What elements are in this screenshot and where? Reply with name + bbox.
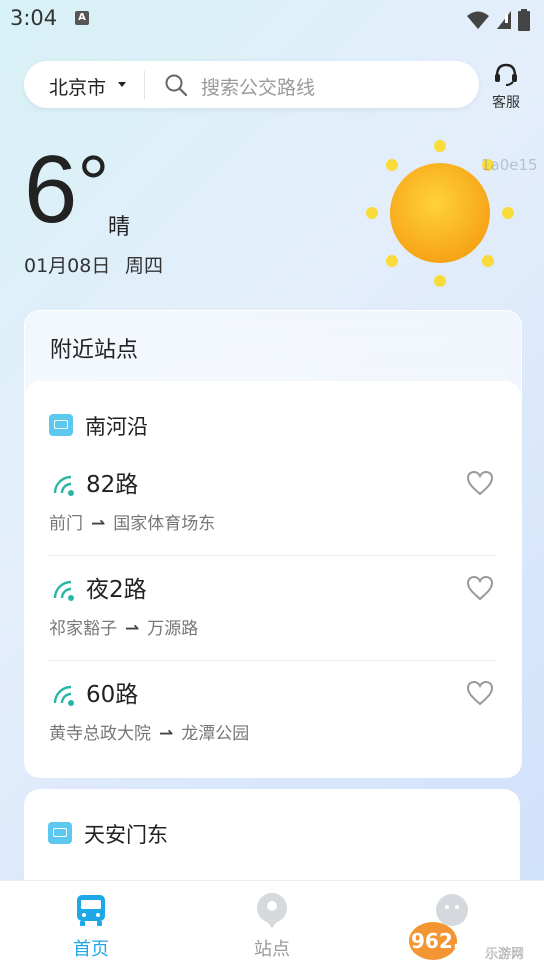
- city-selector[interactable]: 北京市: [49, 73, 106, 100]
- heart-icon[interactable]: [465, 469, 495, 497]
- nav-stations[interactable]: 站点: [212, 881, 332, 968]
- route-to: 国家体育场东: [113, 514, 216, 534]
- headset-icon: [495, 63, 517, 86]
- station-sign-icon: [48, 822, 72, 844]
- heart-icon[interactable]: [465, 679, 495, 707]
- arrow-right-icon: ⇀: [159, 724, 174, 744]
- route-name: 夜2路: [86, 577, 147, 603]
- route-row[interactable]: 82路 前门 ⇀ 国家体育场东: [49, 451, 497, 556]
- temperature: 6°: [24, 139, 110, 238]
- station-sign-icon: [49, 414, 73, 436]
- route-direction: 黄寺总政大院 ⇀ 龙潭公园: [49, 719, 249, 744]
- arrow-right-icon: ⇀: [125, 619, 140, 639]
- chevron-down-icon[interactable]: [118, 82, 126, 87]
- route-from: 黄寺总政大院: [49, 724, 151, 744]
- battery-icon: [518, 9, 530, 31]
- search-icon: [165, 74, 188, 97]
- watermark-logo: 962.NET 乐游网: [409, 922, 524, 962]
- station-name: 南河沿: [85, 415, 148, 439]
- heart-icon[interactable]: [465, 574, 495, 602]
- route-row[interactable]: 夜2路 祁家豁子 ⇀ 万源路: [49, 556, 497, 661]
- realtime-signal-icon: [53, 685, 74, 706]
- route-to: 万源路: [147, 619, 199, 639]
- route-row[interactable]: 60路 黄寺总政大院 ⇀ 龙潭公园: [49, 661, 497, 766]
- route-to: 龙潭公园: [181, 724, 250, 744]
- route-from: 祁家豁子: [49, 619, 117, 639]
- station-card[interactable]: 南河沿 82路 前门 ⇀ 国家体育场东 夜2路 祁家豁子 ⇀ 万源路 60路 黄…: [25, 381, 521, 777]
- nearby-stations-card: 附近站点 南河沿 82路 前门 ⇀ 国家体育场东 夜2路 祁家豁子 ⇀ 万源路 …: [24, 310, 522, 778]
- realtime-signal-icon: [53, 475, 74, 496]
- location-pin-icon: [257, 893, 287, 928]
- station-name: 天安门东: [84, 823, 168, 847]
- notification-app-icon: A: [75, 11, 89, 25]
- status-bar: 3:04 A: [0, 0, 544, 38]
- search-divider: [144, 71, 145, 99]
- section-title: 附近站点: [50, 338, 139, 363]
- degree-symbol: °: [77, 139, 110, 228]
- bus-icon: [77, 895, 105, 926]
- overlay-code: 1a0e15: [481, 156, 538, 174]
- search-bar[interactable]: 北京市 搜索公交路线: [24, 61, 479, 108]
- status-icons: [466, 9, 530, 31]
- route-name: 60路: [86, 682, 139, 708]
- search-input[interactable]: 搜索公交路线: [201, 73, 315, 100]
- temperature-value: 6: [24, 136, 78, 243]
- status-time: 3:04: [10, 6, 58, 30]
- realtime-signal-icon: [53, 580, 74, 601]
- nav-home-label: 首页: [73, 939, 109, 960]
- route-direction: 前门 ⇀ 国家体育场东: [49, 509, 215, 534]
- route-from: 前门: [49, 514, 83, 534]
- customer-service-label: 客服: [492, 95, 520, 111]
- arrow-right-icon: ⇀: [91, 514, 106, 534]
- watermark-sub: 乐游网: [485, 947, 524, 962]
- wifi-icon: [467, 11, 489, 29]
- nav-home[interactable]: 首页: [31, 881, 151, 968]
- date: 01月08日: [24, 255, 111, 277]
- nav-stations-label: 站点: [254, 939, 290, 960]
- route-direction: 祁家豁子 ⇀ 万源路: [49, 614, 198, 639]
- cell-signal-icon: [497, 11, 511, 29]
- weather-condition: 晴: [108, 215, 131, 240]
- customer-service-button[interactable]: 客服: [486, 62, 526, 112]
- weekday: 周四: [125, 255, 164, 277]
- route-name: 82路: [86, 472, 139, 498]
